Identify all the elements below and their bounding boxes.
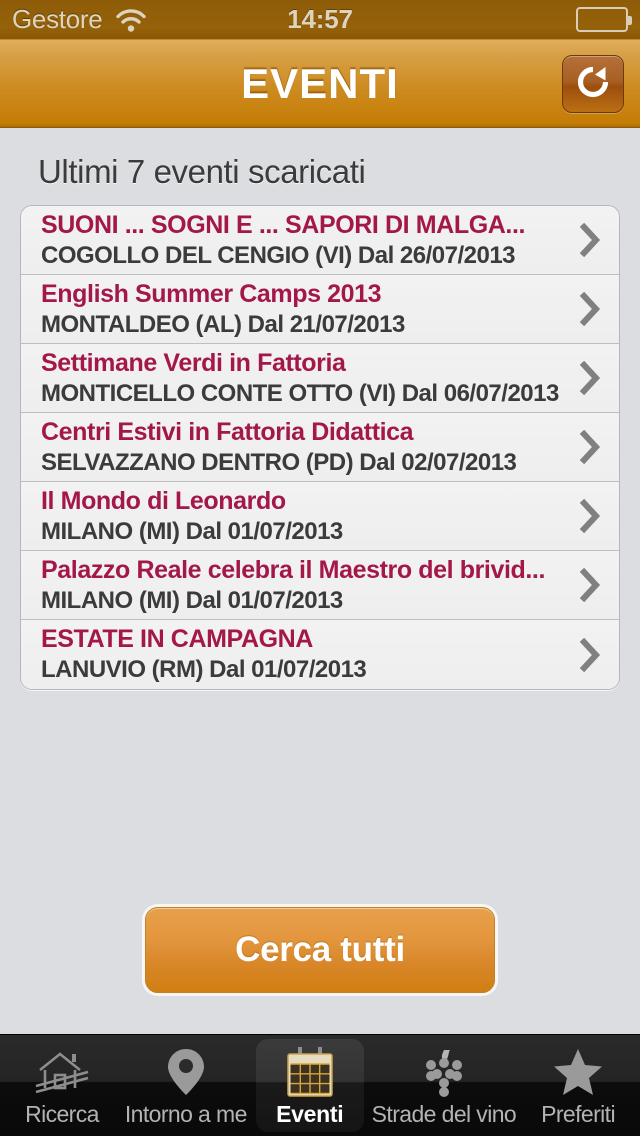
chevron-right-icon bbox=[571, 499, 609, 533]
map-pin-icon bbox=[164, 1045, 208, 1099]
tab-label: Eventi bbox=[276, 1101, 344, 1127]
content-area: Ultimi 7 eventi scaricati SUONI ... SOGN… bbox=[0, 129, 640, 1034]
event-subtitle: MILANO (MI) Dal 01/07/2013 bbox=[41, 517, 343, 545]
wifi-icon bbox=[114, 7, 148, 33]
tab-strade-del-vino[interactable]: Strade del vino bbox=[371, 1035, 517, 1136]
table-row[interactable]: Settimane Verdi in Fattoria MONTICELLO C… bbox=[21, 344, 619, 413]
farmhouse-icon bbox=[34, 1045, 90, 1099]
section-heading: Ultimi 7 eventi scaricati bbox=[38, 153, 366, 190]
event-title: Settimane Verdi in Fattoria bbox=[41, 348, 346, 377]
row-text: English Summer Camps 2013 MONTALDEO (AL)… bbox=[41, 280, 571, 339]
tab-label: Strade del vino bbox=[371, 1101, 517, 1127]
row-text: ESTATE IN CAMPAGNA LANUVIO (RM) Dal 01/0… bbox=[41, 625, 571, 684]
status-bar: Gestore 14:57 bbox=[0, 0, 640, 40]
tab-ricerca[interactable]: Ricerca bbox=[0, 1035, 124, 1136]
event-title: English Summer Camps 2013 bbox=[41, 279, 382, 308]
chevron-right-icon bbox=[571, 637, 609, 672]
table-row[interactable]: SUONI ... SOGNI E ... SAPORI DI MALGA...… bbox=[21, 206, 619, 275]
event-title: Centri Estivi in Fattoria Didattica bbox=[41, 417, 414, 446]
row-text: Il Mondo di Leonardo MILANO (MI) Dal 01/… bbox=[41, 487, 571, 546]
event-subtitle: MONTICELLO CONTE OTTO (VI) Dal 06/07/201… bbox=[41, 379, 559, 407]
chevron-right-icon bbox=[571, 223, 609, 257]
event-subtitle: SELVAZZANO DENTRO (PD) Dal 02/07/2013 bbox=[41, 448, 517, 476]
table-row[interactable]: ESTATE IN CAMPAGNA LANUVIO (RM) Dal 01/0… bbox=[21, 620, 619, 689]
chevron-right-icon bbox=[571, 430, 609, 464]
tab-bar: Ricerca Intorno a me Eventi Strade del v… bbox=[0, 1034, 640, 1136]
table-row[interactable]: Il Mondo di Leonardo MILANO (MI) Dal 01/… bbox=[21, 482, 619, 551]
row-text: Centri Estivi in Fattoria Didattica SELV… bbox=[41, 418, 571, 477]
table-row[interactable]: English Summer Camps 2013 MONTALDEO (AL)… bbox=[21, 275, 619, 344]
star-icon bbox=[552, 1045, 604, 1099]
tab-eventi[interactable]: Eventi bbox=[248, 1035, 372, 1136]
tab-preferiti[interactable]: Preferiti bbox=[516, 1035, 640, 1136]
event-title: ESTATE IN CAMPAGNA bbox=[41, 625, 313, 653]
navigation-bar: EVENTI bbox=[0, 40, 640, 128]
battery-icon bbox=[576, 7, 632, 32]
tab-label: Preferiti bbox=[541, 1101, 615, 1127]
carrier-label: Gestore bbox=[12, 4, 103, 34]
tab-intorno-a-me[interactable]: Intorno a me bbox=[124, 1035, 248, 1136]
event-title: Il Mondo di Leonardo bbox=[41, 486, 286, 515]
calendar-icon bbox=[284, 1045, 336, 1099]
search-all-label: Cerca tutti bbox=[235, 930, 405, 969]
event-title: Palazzo Reale celebra il Maestro del bri… bbox=[41, 555, 546, 584]
search-all-button[interactable]: Cerca tutti bbox=[145, 907, 495, 993]
chevron-right-icon bbox=[571, 568, 609, 602]
event-subtitle: MONTALDEO (AL) Dal 21/07/2013 bbox=[41, 310, 405, 338]
event-subtitle: LANUVIO (RM) Dal 01/07/2013 bbox=[41, 656, 367, 683]
cta-container: Cerca tutti bbox=[0, 907, 640, 993]
table-row[interactable]: Centri Estivi in Fattoria Didattica SELV… bbox=[21, 413, 619, 482]
tab-label: Ricerca bbox=[25, 1101, 99, 1127]
event-title: SUONI ... SOGNI E ... SAPORI DI MALGA... bbox=[41, 210, 526, 239]
table-row[interactable]: Palazzo Reale celebra il Maestro del bri… bbox=[21, 551, 619, 620]
refresh-button[interactable] bbox=[562, 55, 624, 113]
events-list: SUONI ... SOGNI E ... SAPORI DI MALGA...… bbox=[20, 205, 620, 690]
event-subtitle: MILANO (MI) Dal 01/07/2013 bbox=[41, 586, 343, 614]
row-text: SUONI ... SOGNI E ... SAPORI DI MALGA...… bbox=[41, 211, 571, 270]
chevron-right-icon bbox=[571, 292, 609, 326]
grapes-icon bbox=[418, 1045, 470, 1099]
row-text: Palazzo Reale celebra il Maestro del bri… bbox=[41, 556, 571, 615]
tab-label: Intorno a me bbox=[124, 1101, 248, 1127]
row-text: Settimane Verdi in Fattoria MONTICELLO C… bbox=[41, 349, 571, 408]
page-title: EVENTI bbox=[241, 59, 399, 107]
chevron-right-icon bbox=[571, 361, 609, 395]
event-subtitle: COGOLLO DEL CENGIO (VI) Dal 26/07/2013 bbox=[41, 241, 516, 269]
refresh-icon bbox=[573, 62, 613, 107]
